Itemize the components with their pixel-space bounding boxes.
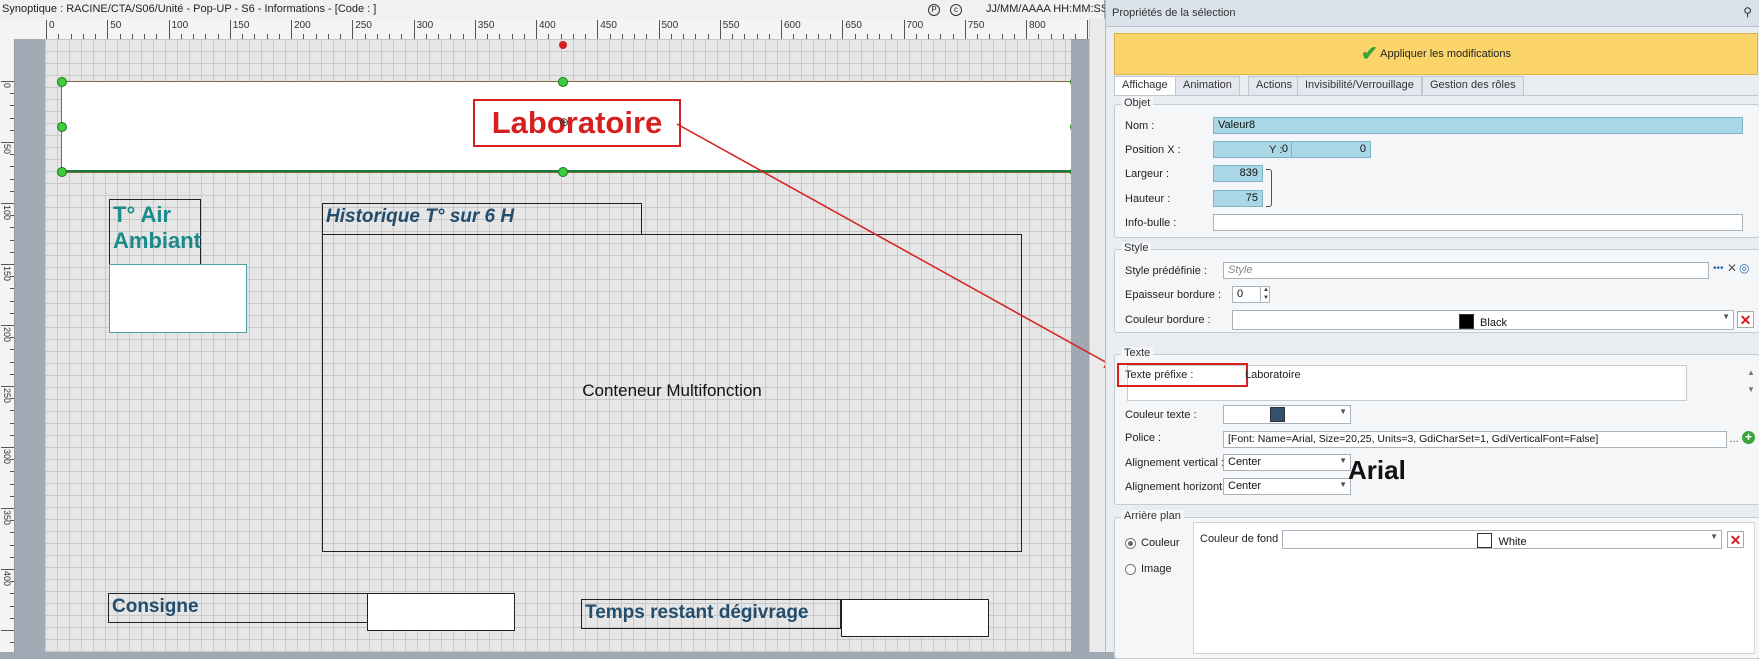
halign-combo[interactable]: Center ▼ — [1223, 478, 1351, 495]
radio-image-label: Image — [1141, 563, 1172, 575]
couleur-texte-combo[interactable]: ▼ — [1223, 405, 1351, 424]
clear-icon[interactable]: ✕ — [1727, 261, 1737, 275]
refresh-icon[interactable]: ◎ — [1739, 261, 1749, 275]
radio-image[interactable] — [1125, 564, 1136, 575]
font-preview: Arial — [1348, 455, 1406, 485]
more-icon[interactable]: ••• — [1713, 263, 1724, 274]
properties-panel: Propriétés de la sélection ⚲ ✔ Appliquer… — [1105, 0, 1759, 659]
nom-field[interactable]: Valeur8 — [1213, 117, 1743, 134]
panel-title: Propriétés de la sélection — [1112, 7, 1236, 19]
spinner-icon[interactable]: ▲ ▼ — [1260, 286, 1271, 303]
tab-affichage[interactable]: Affichage — [1114, 76, 1176, 96]
remove-border-color-icon[interactable]: ✕ — [1737, 311, 1754, 328]
group-arriere-plan: Arrière plan Couleur Image Couleur de fo… — [1114, 510, 1759, 659]
halign-label: Alignement horizontal : — [1125, 481, 1237, 493]
valign-combo[interactable]: Center ▼ — [1223, 454, 1351, 471]
police-label: Police : — [1125, 432, 1162, 444]
couleur-bordure-combo[interactable]: Black ▼ — [1232, 310, 1734, 330]
apply-button[interactable]: ✔ Appliquer les modifications — [1114, 33, 1758, 75]
tab-gestion-roles[interactable]: Gestion des rôles — [1422, 76, 1524, 96]
white-swatch — [1477, 533, 1493, 548]
group-texte: Texte Texte préfixe : Laboratoire ▲ ▼ Co… — [1114, 347, 1759, 505]
add-icon[interactable]: + — [1742, 431, 1755, 444]
panel-header: Propriétés de la sélection ⚲ — [1106, 0, 1759, 27]
group-style: Style Style prédéfinie : Style ••• ✕ ◎ E… — [1114, 242, 1759, 333]
police-field[interactable]: [Font: Name=Arial, Size=20,25, Units=3, … — [1223, 431, 1727, 448]
arriere-legend: Arrière plan — [1121, 510, 1184, 522]
text-color-swatch — [1270, 407, 1285, 422]
predef-label: Style prédéfinie : — [1125, 265, 1207, 277]
hauteur-label: Hauteur : — [1125, 193, 1171, 205]
pin-icon[interactable]: ⚲ — [1743, 5, 1752, 19]
objet-legend: Objet — [1121, 97, 1154, 109]
couleur-texte-label: Couleur texte : — [1125, 409, 1197, 421]
tab-divider — [1114, 95, 1758, 96]
valign-label: Alignement vertical : — [1125, 457, 1225, 469]
tab-animation[interactable]: Animation — [1175, 76, 1240, 96]
more-icon[interactable]: … — [1729, 434, 1739, 445]
fond-combo[interactable]: White ▼ — [1282, 530, 1722, 549]
tab-actions[interactable]: Actions — [1248, 76, 1301, 96]
scroll-down-icon[interactable]: ▼ — [1747, 385, 1755, 394]
predef-field[interactable]: Style — [1223, 262, 1709, 279]
group-objet: Objet Nom : Valeur8 Position X : 0 Y : 0… — [1114, 97, 1759, 238]
couleur-bordure-label: Couleur bordure : — [1125, 314, 1211, 326]
epaisseur-label: Epaisseur bordure : — [1125, 289, 1221, 301]
y-label: Y : — [1269, 144, 1283, 156]
link-ratio-icon[interactable] — [1266, 169, 1272, 207]
apply-label: Appliquer les modifications — [1380, 48, 1512, 60]
hauteur-field[interactable]: 75 — [1213, 190, 1263, 207]
infobulle-label: Info-bulle : — [1125, 217, 1177, 229]
posx-label: Position X : — [1125, 144, 1181, 156]
largeur-label: Largeur : — [1125, 168, 1170, 180]
radio-couleur[interactable] — [1125, 538, 1136, 549]
tab-invisibilite[interactable]: Invisibilité/Verrouillage — [1297, 76, 1422, 96]
background-panel: Couleur de fond : White ▼ ✕ — [1193, 522, 1755, 654]
scroll-up-icon[interactable]: ▲ — [1747, 368, 1755, 377]
texte-legend: Texte — [1121, 347, 1154, 359]
black-swatch — [1459, 314, 1475, 329]
largeur-field[interactable]: 839 — [1213, 165, 1263, 182]
prefixe-label: Texte préfixe : — [1125, 369, 1194, 381]
infobulle-field[interactable] — [1213, 214, 1743, 231]
remove-bg-color-icon[interactable]: ✕ — [1727, 531, 1744, 548]
y-field[interactable]: 0 — [1291, 141, 1371, 158]
style-legend: Style — [1121, 242, 1152, 254]
nom-label: Nom : — [1125, 120, 1155, 132]
fond-label: Couleur de fond : — [1200, 533, 1285, 545]
checkmark-icon: ✔ — [1360, 43, 1378, 65]
radio-couleur-label: Couleur — [1141, 537, 1180, 549]
prefixe-value: Laboratoire — [1245, 369, 1301, 381]
